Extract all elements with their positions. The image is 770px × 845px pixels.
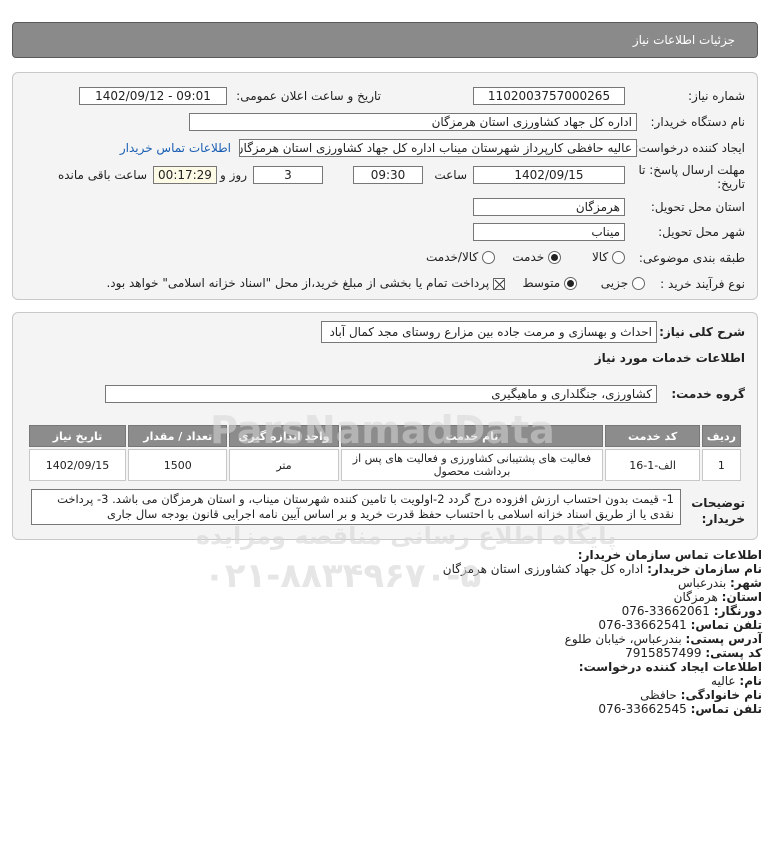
services-table: ردیف کد خدمت نام خدمت واحد اندازه گیری ت… [27,423,743,483]
summary-field: احداث و بهسازی و مرمت جاده بین مزارع روس… [321,321,657,343]
page-title: جزئیات اطلاعات نیاز [632,33,735,47]
radio-icon[interactable] [482,251,495,264]
process-label: نوع فرآیند خرید : [660,277,745,291]
contact-header: اطلاعات تماس سازمان خریدار: [577,548,762,562]
category-label: طبقه بندی موضوعی: [638,251,745,265]
service-group-field: کشاورزی، جنگلداری و ماهیگیری [105,385,657,403]
radio-selected-icon[interactable] [564,277,577,290]
contact-fax: دورنگار: 076-33662061 [621,604,762,618]
payment-note[interactable]: پرداخت تمام یا بخشی از مبلغ خرید،از محل … [106,276,505,290]
checkbox-checked-icon[interactable] [493,277,505,290]
need-number-label: شماره نیاز: [688,89,745,103]
announce-date-field: 1402/09/12 - 09:01 [79,87,227,105]
creator-last-name: نام خانوادگی: حافظی [640,688,762,702]
table-header-row: ردیف کد خدمت نام خدمت واحد اندازه گیری ت… [29,425,741,447]
service-group-label: گروه خدمت: [671,387,745,401]
days-field: 3 [253,166,323,184]
radio-icon[interactable] [612,251,625,264]
contact-city: شهر: بندرعباس [678,576,762,590]
deadline-label: مهلت ارسال پاسخ: تا [638,163,745,177]
header-quantity: تعداد / مقدار [128,425,228,447]
process-option-minor[interactable]: جزیی [601,276,645,290]
contact-org: نام سازمان خریدار: اداره کل جهاد کشاورزی… [442,562,762,576]
table-row: 1 الف-1-16 فعالیت های پشتیبانی کشاورزی و… [29,449,741,481]
header-unit: واحد اندازه گیری [229,425,339,447]
city-field: میناب [473,223,625,241]
header-service-code: کد خدمت [605,425,700,447]
cell-unit: متر [229,449,339,481]
contact-phone: تلفن تماس: 076-33662541 [598,618,762,632]
category-option-service[interactable]: خدمت [512,250,561,264]
cell-row-number: 1 [701,449,741,481]
contact-address: آدرس پستی: بندرعباس، خیابان طلوع [564,632,762,646]
remaining-time-field: 00:17:29 [153,166,217,184]
buyer-notes-field: 1- قیمت بدون احتساب ارزش افزوده درج گردد… [31,489,681,525]
creator-field: عالیه حافظی کارپرداز شهرستان میناب اداره… [239,139,637,157]
buyer-org-label: نام دستگاه خریدار: [650,115,746,129]
radio-selected-icon[interactable] [548,251,561,264]
contact-province: استان: هرمزگان [673,590,762,604]
need-details-panel: شرح کلی نیاز: احداث و بهسازی و مرمت جاده… [12,312,758,540]
header-service-name: نام خدمت [340,425,604,447]
need-number-field: 1102003757000265 [473,87,625,105]
days-label: روز و [220,168,247,182]
cell-service-name: فعالیت های پشتیبانی کشاورزی و فعالیت های… [340,449,604,481]
creator-label: ایجاد کننده درخواست: [634,141,745,155]
header-need-date: تاریخ نیاز [29,425,127,447]
deadline-time-field: 09:30 [353,166,423,184]
announce-date-label: تاریخ و ساعت اعلان عمومی: [236,89,381,103]
contact-postal-code: کد پستی: 7915857499 [625,646,762,660]
cell-need-date: 1402/09/15 [29,449,127,481]
province-label: استان محل تحویل: [650,200,745,214]
radio-icon[interactable] [632,277,645,290]
province-field: هرمزگان [473,198,625,216]
category-option-goods[interactable]: کالا [592,250,625,264]
services-title: اطلاعات خدمات مورد نیاز [594,351,745,365]
header-row-number: ردیف [701,425,741,447]
cell-service-code: الف-1-16 [605,449,700,481]
buyer-contact-link[interactable]: اطلاعات تماس خریدار [120,141,231,155]
summary-label: شرح کلی نیاز: [659,325,745,339]
need-info-panel: شماره نیاز: 1102003757000265 تاریخ و ساع… [12,72,758,300]
category-option-goods-service[interactable]: کالا/خدمت [426,250,495,264]
creator-first-name: نام: عالیه [711,674,762,688]
city-label: شهر محل تحویل: [658,225,745,239]
page-title-bar: جزئیات اطلاعات نیاز [12,22,758,58]
watermark-phone: ۰۲۱-۸۸۳۴۹۶۷۰-۵ [204,556,482,596]
deadline-date-label: تاریخ: [717,177,745,191]
buyer-org-field: اداره کل جهاد کشاورزی استان هرمزگان [189,113,637,131]
deadline-date-field: 1402/09/15 [473,166,625,184]
process-option-medium[interactable]: متوسط [522,276,577,290]
buyer-notes-label: توضیحات خریدار: [691,496,745,526]
remaining-time-label: ساعت باقی مانده [57,168,147,182]
cell-quantity: 1500 [128,449,228,481]
deadline-time-label: ساعت [434,168,467,182]
creator-phone: تلفن تماس: 076-33662545 [598,702,762,716]
creator-header: اطلاعات ایجاد کننده درخواست: [578,660,762,674]
